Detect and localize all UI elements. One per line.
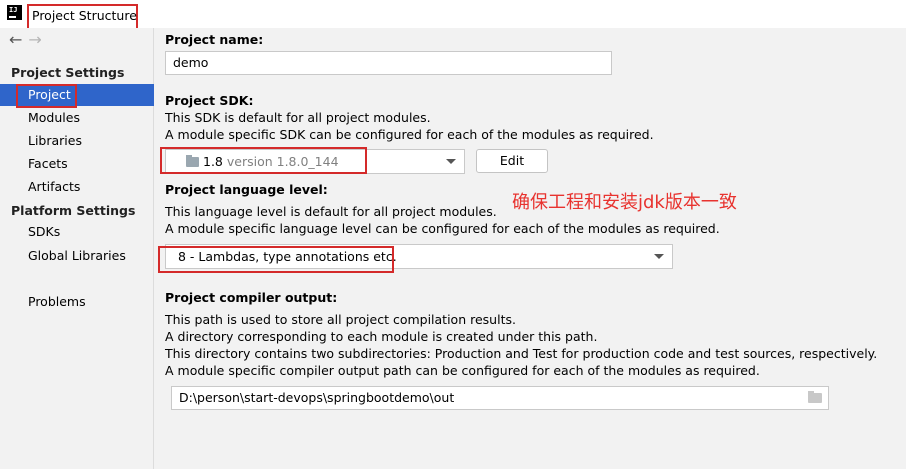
project-sdk-label: Project SDK: [165, 93, 254, 108]
compiler-output-desc-2: A directory corresponding to each module… [165, 329, 598, 344]
project-sdk-desc-1: This SDK is default for all project modu… [165, 110, 431, 125]
project-settings-panel: Project name: demo Project SDK: This SDK… [155, 28, 906, 469]
project-name-label: Project name: [165, 32, 264, 47]
compiler-output-label: Project compiler output: [165, 290, 338, 305]
language-level-select[interactable]: 8 - Lambdas, type annotations etc. [165, 244, 673, 269]
language-level-desc-2: A module specific language level can be … [165, 221, 720, 236]
intellij-app-icon: IJ [7, 5, 22, 20]
project-sdk-desc-2: A module specific SDK can be configured … [165, 127, 654, 142]
browse-folder-icon[interactable] [808, 391, 822, 403]
compiler-output-desc-1: This path is used to store all project c… [165, 312, 516, 327]
annotation-note: 确保工程和安装jdk版本一致 [512, 192, 737, 213]
title-bar: IJ Project Structure [0, 0, 906, 30]
group-header-project-settings: Project Settings [11, 65, 125, 80]
sidebar-item-artifacts[interactable]: Artifacts [0, 176, 154, 198]
folder-icon [186, 155, 199, 167]
sdk-select[interactable]: 1.8 version 1.8.0_144 [165, 149, 465, 174]
app-icon-letters: IJ [9, 6, 18, 14]
sdk-select-value: 1.8 version 1.8.0_144 [186, 154, 339, 169]
chevron-down-icon [654, 254, 664, 259]
group-header-platform-settings: Platform Settings [11, 203, 136, 218]
sidebar-item-project[interactable]: Project [0, 84, 154, 106]
sidebar-item-modules[interactable]: Modules [0, 107, 154, 129]
language-level-value: 8 - Lambdas, type annotations etc. [178, 249, 397, 264]
project-name-field[interactable]: demo [165, 51, 612, 75]
language-level-desc-1: This language level is default for all p… [165, 204, 497, 219]
sidebar-item-facets[interactable]: Facets [0, 153, 154, 175]
edit-sdk-button[interactable]: Edit [476, 149, 548, 173]
compiler-output-desc-3: This directory contains two subdirectori… [165, 346, 878, 361]
window-title: Project Structure [27, 4, 138, 30]
sdk-name: 1.8 [203, 154, 223, 169]
app-icon-bar [9, 16, 16, 18]
compiler-output-desc-4: A module specific compiler output path c… [165, 363, 760, 378]
sidebar-item-sdks[interactable]: SDKs [0, 221, 154, 243]
sidebar-item-libraries[interactable]: Libraries [0, 130, 154, 152]
sidebar-item-global-libraries[interactable]: Global Libraries [0, 245, 154, 267]
sdk-version: version 1.8.0_144 [226, 154, 339, 169]
nav-arrows: ← → [9, 30, 48, 49]
language-level-label: Project language level: [165, 182, 328, 197]
sidebar-item-problems[interactable]: Problems [0, 291, 154, 313]
compiler-output-path: D:\person\start-devops\springbootdemo\ou… [179, 390, 455, 405]
back-arrow-icon[interactable]: ← [9, 30, 22, 49]
compiler-output-path-field[interactable]: D:\person\start-devops\springbootdemo\ou… [171, 386, 829, 410]
forward-arrow-icon[interactable]: → [28, 30, 41, 49]
chevron-down-icon [446, 159, 456, 164]
settings-sidebar: ← → Project Settings Project Modules Libr… [0, 28, 154, 469]
